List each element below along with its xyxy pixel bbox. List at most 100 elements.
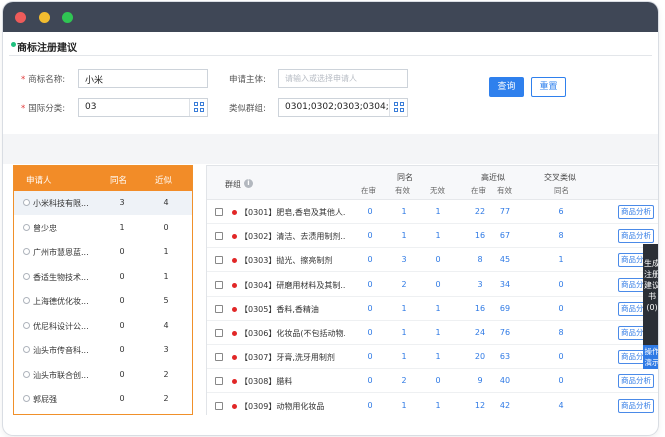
high-valid[interactable]: 40 bbox=[495, 376, 515, 385]
generate-report-button[interactable]: 生成注册建议书(0) bbox=[643, 244, 658, 358]
close-window-button[interactable] bbox=[15, 12, 26, 23]
same-invalid[interactable]: 0 bbox=[428, 376, 448, 385]
cross-count[interactable]: 8 bbox=[551, 328, 571, 337]
same-invalid[interactable]: 1 bbox=[428, 328, 448, 337]
high-valid[interactable]: 34 bbox=[495, 280, 515, 289]
applicant-row[interactable]: 广州市慧恩蓝... 0 1 bbox=[14, 240, 192, 264]
same-invalid[interactable]: 0 bbox=[428, 255, 448, 264]
product-analysis-button[interactable]: 商品分析 bbox=[618, 374, 654, 389]
applicant-row[interactable]: 小米科技有限... 3 4 bbox=[14, 191, 192, 215]
applicant-row[interactable]: 郭屁强 0 2 bbox=[14, 387, 192, 411]
same-invalid[interactable]: 1 bbox=[428, 352, 448, 361]
same-valid[interactable]: 3 bbox=[394, 255, 414, 264]
radio-icon[interactable] bbox=[23, 297, 30, 304]
row-checkbox[interactable] bbox=[215, 256, 223, 265]
group-picker-icon[interactable] bbox=[389, 99, 407, 116]
high-valid[interactable]: 69 bbox=[495, 304, 515, 313]
high-pending[interactable]: 8 bbox=[470, 255, 490, 264]
radio-icon[interactable] bbox=[23, 370, 30, 378]
cross-count[interactable]: 6 bbox=[551, 207, 571, 216]
same-pending[interactable]: 0 bbox=[360, 352, 380, 361]
same-pending[interactable]: 0 bbox=[360, 328, 380, 337]
high-valid[interactable]: 45 bbox=[495, 255, 515, 264]
same-valid[interactable]: 2 bbox=[394, 280, 414, 289]
high-pending[interactable]: 16 bbox=[470, 304, 490, 313]
high-pending[interactable]: 3 bbox=[470, 280, 490, 289]
high-valid[interactable]: 63 bbox=[495, 352, 515, 361]
cross-count[interactable]: 1 bbox=[551, 255, 571, 264]
high-valid[interactable]: 67 bbox=[495, 231, 515, 240]
cross-count[interactable]: 0 bbox=[551, 304, 571, 313]
row-checkbox[interactable] bbox=[215, 377, 223, 386]
row-checkbox[interactable] bbox=[215, 401, 223, 410]
same-valid[interactable]: 2 bbox=[394, 376, 414, 385]
product-analysis-button[interactable]: 商品分析 bbox=[618, 205, 654, 219]
same-invalid[interactable]: 1 bbox=[428, 231, 448, 240]
row-checkbox[interactable] bbox=[215, 280, 223, 289]
same-pending[interactable]: 0 bbox=[360, 304, 380, 313]
radio-icon[interactable] bbox=[23, 248, 30, 255]
row-checkbox[interactable] bbox=[215, 353, 223, 362]
applicant-row[interactable]: 汕头市传音科... 0 3 bbox=[14, 338, 192, 362]
high-pending[interactable]: 22 bbox=[470, 207, 490, 216]
group-row: 【0306】化妆品(不包括动物... 0 1 1 24 76 8 商品分析 bbox=[207, 321, 658, 345]
radio-icon[interactable] bbox=[23, 199, 30, 206]
same-valid[interactable]: 1 bbox=[394, 352, 414, 361]
high-pending[interactable]: 9 bbox=[470, 376, 490, 385]
same-valid[interactable]: 1 bbox=[394, 231, 414, 240]
row-checkbox[interactable] bbox=[215, 329, 223, 337]
trademark-name-input[interactable]: 小米 bbox=[78, 69, 208, 88]
class-picker-icon[interactable] bbox=[189, 99, 207, 116]
high-pending[interactable]: 20 bbox=[470, 352, 490, 361]
applicant-input[interactable]: 请输入或选择申请人 bbox=[278, 69, 408, 88]
query-button[interactable]: 查询 bbox=[489, 77, 524, 97]
info-icon[interactable]: i bbox=[244, 179, 253, 188]
cross-count[interactable]: 4 bbox=[551, 401, 571, 410]
same-pending[interactable]: 0 bbox=[360, 376, 380, 385]
product-analysis-button[interactable]: 商品分析 bbox=[618, 229, 654, 244]
same-pending[interactable]: 0 bbox=[360, 207, 380, 216]
radio-icon[interactable] bbox=[23, 321, 30, 329]
radio-icon[interactable] bbox=[23, 272, 30, 280]
radio-icon[interactable] bbox=[23, 223, 30, 231]
radio-icon[interactable] bbox=[23, 346, 30, 353]
same-invalid[interactable]: 1 bbox=[428, 207, 448, 216]
cross-count[interactable]: 0 bbox=[551, 280, 571, 289]
row-checkbox[interactable] bbox=[215, 232, 223, 241]
same-invalid[interactable]: 0 bbox=[428, 280, 448, 289]
same-valid[interactable]: 1 bbox=[394, 207, 414, 216]
high-valid[interactable]: 76 bbox=[495, 328, 515, 337]
row-checkbox[interactable] bbox=[215, 304, 223, 313]
applicant-row[interactable]: 曾少忠 1 0 bbox=[14, 216, 192, 240]
high-valid[interactable]: 42 bbox=[495, 401, 515, 410]
same-valid[interactable]: 1 bbox=[394, 401, 414, 410]
row-checkbox[interactable] bbox=[215, 208, 223, 216]
same-pending[interactable]: 0 bbox=[360, 255, 380, 264]
product-analysis-button[interactable]: 商品分析 bbox=[618, 398, 654, 413]
same-pending[interactable]: 0 bbox=[360, 231, 380, 240]
same-valid[interactable]: 1 bbox=[394, 328, 414, 337]
applicant-row[interactable]: 汕头市都嘻日...02 bbox=[14, 412, 192, 415]
cross-count[interactable]: 8 bbox=[551, 231, 571, 240]
applicant-row[interactable]: 上海德优化妆... 0 5 bbox=[14, 289, 192, 313]
high-pending[interactable]: 12 bbox=[470, 401, 490, 410]
high-valid[interactable]: 77 bbox=[495, 207, 515, 216]
minimize-window-button[interactable] bbox=[39, 12, 50, 23]
applicant-row[interactable]: 优尼科设计公... 0 4 bbox=[14, 314, 192, 338]
same-invalid[interactable]: 1 bbox=[428, 304, 448, 313]
same-pending[interactable]: 0 bbox=[360, 280, 380, 289]
reset-button[interactable]: 重置 bbox=[531, 77, 566, 97]
applicant-row[interactable]: 汕头市联合创... 0 2 bbox=[14, 363, 192, 387]
demo-button[interactable]: 操作演示 bbox=[643, 345, 658, 369]
applicant-name: 香适生物技术... bbox=[33, 272, 89, 282]
maximize-window-button[interactable] bbox=[62, 12, 73, 23]
same-valid[interactable]: 1 bbox=[394, 304, 414, 313]
cross-count[interactable]: 0 bbox=[551, 352, 571, 361]
radio-icon[interactable] bbox=[23, 395, 30, 402]
high-pending[interactable]: 24 bbox=[470, 328, 490, 337]
same-invalid[interactable]: 1 bbox=[428, 401, 448, 410]
high-pending[interactable]: 16 bbox=[470, 231, 490, 240]
cross-count[interactable]: 0 bbox=[551, 376, 571, 385]
same-pending[interactable]: 0 bbox=[360, 401, 380, 410]
applicant-row[interactable]: 香适生物技术... 0 1 bbox=[14, 265, 192, 289]
